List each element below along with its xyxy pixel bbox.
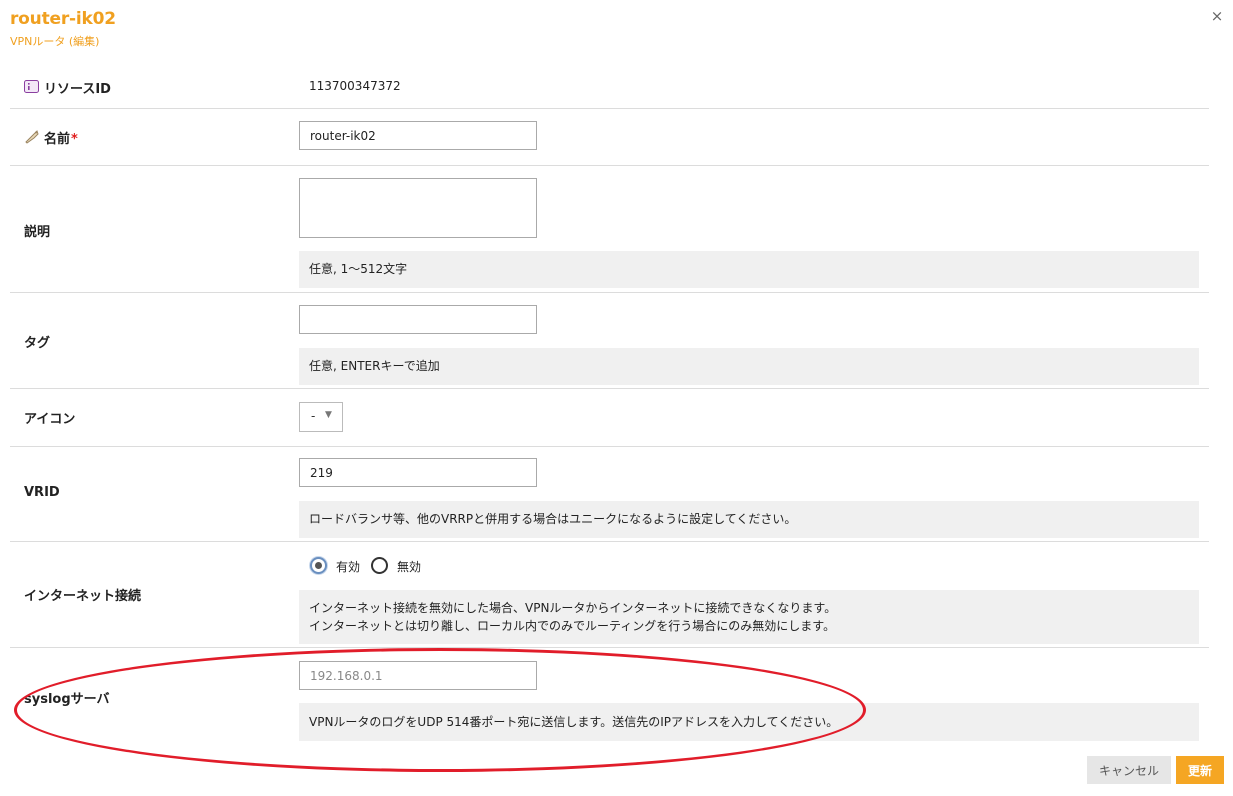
internet-enabled-label[interactable]: 有効 — [336, 558, 360, 575]
internet-label: インターネット接続 — [24, 589, 142, 604]
icon-select[interactable]: - ▼ — [299, 402, 343, 432]
internet-help-line1: インターネット接続を無効にした場合、VPNルータからインターネットに接続できなく… — [309, 601, 837, 615]
name-input[interactable] — [299, 121, 537, 150]
description-help: 任意, 1〜512文字 — [299, 251, 1199, 288]
tags-input[interactable] — [299, 305, 537, 334]
name-label: 名前* — [44, 128, 78, 147]
vrid-help: ロードバランサ等、他のVRRPと併用する場合はユニークになるように設定してくださ… — [299, 501, 1199, 538]
description-label: 説明 — [24, 225, 51, 240]
name-label-text: 名前 — [44, 132, 71, 147]
internet-help: インターネット接続を無効にした場合、VPNルータからインターネットに接続できなく… — [299, 590, 1199, 644]
tag-icon — [24, 128, 40, 148]
cancel-button[interactable]: キャンセル — [1087, 756, 1171, 784]
vrid-label: VRID — [24, 485, 60, 500]
resource-id-value: 113700347372 — [309, 79, 401, 93]
dialog-subtitle: VPNルータ (編集) — [10, 35, 100, 48]
syslog-help: VPNルータのログをUDP 514番ポート宛に送信します。送信先のIPアドレスを… — [299, 703, 1199, 741]
close-icon[interactable]: × — [1209, 8, 1225, 24]
update-button[interactable]: 更新 — [1176, 756, 1224, 784]
syslog-label: syslogサーバ — [24, 692, 110, 707]
dialog-title: router-ik02 — [10, 9, 116, 29]
description-textarea[interactable] — [299, 178, 537, 238]
tags-label: タグ — [24, 336, 51, 351]
internet-disabled-label[interactable]: 無効 — [397, 558, 421, 575]
tags-help: 任意, ENTERキーで追加 — [299, 348, 1199, 385]
internet-disabled-radio[interactable] — [371, 557, 388, 574]
required-mark: * — [71, 132, 78, 147]
syslog-input[interactable] — [299, 661, 537, 690]
row-name: 名前* — [10, 108, 1209, 166]
chevron-down-icon: ▼ — [325, 410, 332, 420]
row-icon: アイコン — [10, 388, 1209, 447]
row-resource-id: リソースID 113700347372 — [10, 66, 1209, 109]
id-card-icon — [24, 80, 39, 97]
internet-enabled-radio[interactable] — [310, 557, 327, 574]
icon-label: アイコン — [24, 412, 76, 427]
icon-select-value: - — [311, 409, 316, 423]
resource-id-label: リソースID — [44, 82, 111, 97]
vrid-input[interactable] — [299, 458, 537, 487]
internet-help-line2: インターネットとは切り離し、ローカル内でのみでルーティングを行う場合にのみ無効に… — [309, 619, 836, 633]
